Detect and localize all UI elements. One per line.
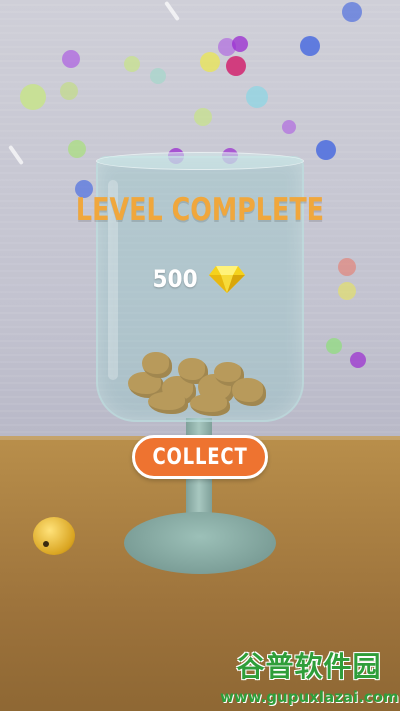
gem-icon [208, 264, 246, 294]
confetti-ball [20, 84, 46, 110]
level-complete-title: LEVEL COMPLETE [36, 192, 364, 228]
confetti-ball [338, 282, 356, 300]
confetti-ball [326, 338, 342, 354]
nuts-pile [128, 352, 274, 418]
lemon-icon [33, 517, 75, 555]
confetti-ball [282, 120, 296, 134]
confetti-ball [60, 82, 78, 100]
nut [148, 392, 188, 414]
glass-rim [96, 152, 304, 170]
confetti-ball [232, 36, 248, 52]
confetti-ball [62, 50, 80, 68]
watermark-logo: 谷普软件园 [220, 648, 398, 682]
confetti-ball [150, 68, 166, 84]
glass-base [124, 512, 276, 574]
confetti-ball [350, 352, 366, 368]
confetti-ball [124, 56, 140, 72]
confetti-ball [338, 258, 356, 276]
watermark-logo-text: 谷普软件园 [236, 645, 381, 685]
confetti-ball [316, 140, 336, 160]
collect-button[interactable]: COLLECT [132, 435, 268, 479]
nut [190, 394, 230, 416]
nut [232, 378, 266, 406]
confetti-ball [194, 108, 212, 126]
reward-amount: 500 [153, 265, 198, 293]
confetti-ball [200, 52, 220, 72]
confetti-ball [226, 56, 246, 76]
confetti-ball [342, 2, 362, 22]
confetti-ball [300, 36, 320, 56]
confetti-ball [246, 86, 268, 108]
reward-display: 500 [150, 262, 246, 296]
confetti-ball [68, 140, 86, 158]
watermark: 谷普软件园 www.gupuxlazai.com [220, 648, 398, 708]
game-scene: LEVEL COMPLETE 500 COLLECT 谷普软件园 www.gup… [0, 0, 400, 711]
watermark-url: www.gupuxlazai.com [220, 688, 398, 706]
collect-button-label: COLLECT [152, 445, 247, 470]
